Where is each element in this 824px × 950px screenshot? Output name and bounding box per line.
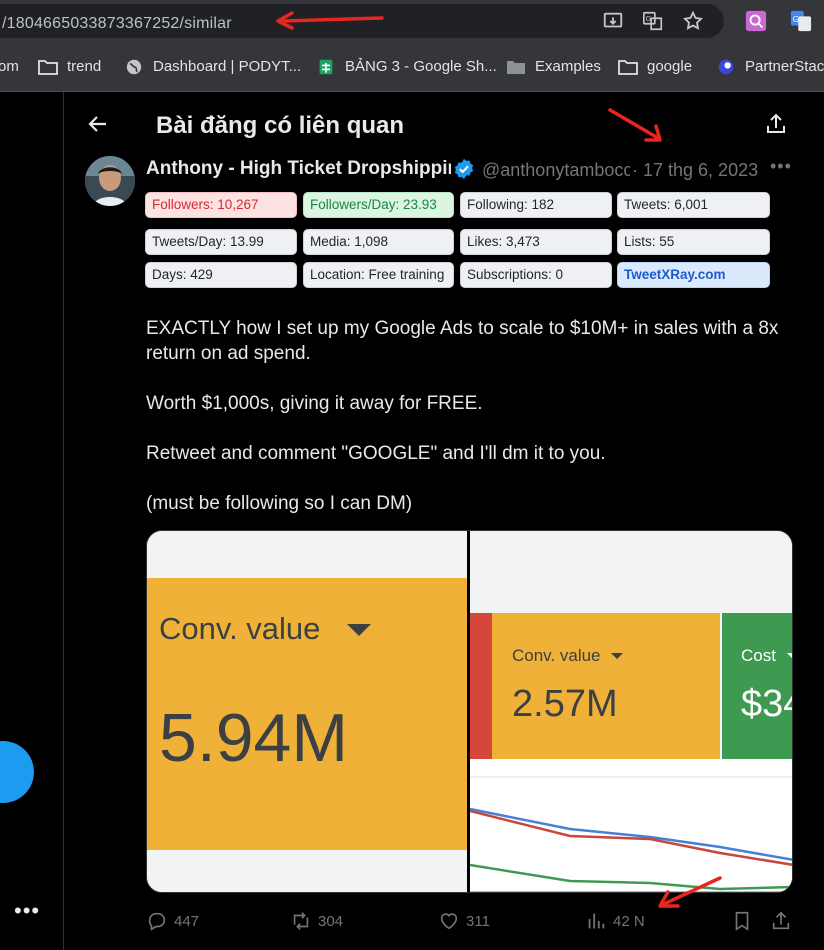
separator-dot: · xyxy=(632,160,638,180)
tweet-paragraph: EXACTLY how I set up my Google Ads to sc… xyxy=(146,318,779,364)
reply-button[interactable]: 447 xyxy=(146,910,199,932)
annotation-arrow xyxy=(608,108,662,142)
stat-followers: Followers: 10,267 xyxy=(145,192,297,218)
folder-icon xyxy=(507,60,525,74)
author-handle[interactable]: @anthonytambocc xyxy=(482,160,630,181)
views-count: 42 N xyxy=(613,912,645,930)
stat-location: Location: Free training xyxy=(303,262,454,288)
bookmark-om[interactable]: om xyxy=(0,58,19,75)
conv-value-label: Conv. value xyxy=(159,611,321,646)
back-arrow-icon[interactable] xyxy=(86,112,110,136)
stat-lists: Lists: 55 xyxy=(617,229,770,255)
dropdown-caret-icon xyxy=(787,653,792,659)
folder-icon xyxy=(618,59,638,75)
dropdown-caret-icon xyxy=(611,653,623,659)
reply-icon xyxy=(148,912,166,931)
repost-count: 304 xyxy=(318,912,344,930)
bookmark-partnerstack[interactable]: PartnerStack xyxy=(716,58,824,75)
tweet-paragraph: Worth $1,000s, giving it away for FREE. xyxy=(146,393,483,414)
stat-tweets: Tweets: 6,001 xyxy=(617,192,770,218)
more-menu-icon[interactable]: ••• xyxy=(14,898,40,924)
stat-tweets-per-day: Tweets/Day: 13.99 xyxy=(145,229,297,255)
bookmark-button[interactable] xyxy=(731,910,753,932)
bookmark-google[interactable]: google xyxy=(618,58,692,75)
bookmark-trend[interactable]: trend xyxy=(38,58,101,75)
svg-text:G: G xyxy=(646,14,652,23)
share-icon xyxy=(772,911,790,930)
stat-subscriptions: Subscriptions: 0 xyxy=(460,262,612,288)
views-chart-icon xyxy=(588,913,605,929)
media-image-right[interactable]: Conv. value 2.57M Cost $34 xyxy=(470,531,792,892)
partnerstack-icon xyxy=(718,59,734,74)
bookmarks-bar: om trend Dashboard | PODYT... BẢNG 3 - G… xyxy=(0,42,824,92)
post-more-icon[interactable]: ••• xyxy=(770,156,792,177)
bookmark-icon xyxy=(735,911,749,931)
metric-card-red xyxy=(470,613,492,759)
cost-amount: $34 xyxy=(741,683,792,725)
stat-likes: Likes: 3,473 xyxy=(460,229,612,255)
repost-button[interactable]: 304 xyxy=(290,910,343,932)
bookmark-star-icon[interactable] xyxy=(682,10,704,32)
tweet-paragraph: Retweet and comment "GOOGLE" and I'll dm… xyxy=(146,443,606,464)
cost-label: Cost xyxy=(741,646,776,665)
reply-count: 447 xyxy=(174,912,200,930)
tweetxray-link[interactable]: TweetXRay.com xyxy=(617,262,770,288)
bookmark-dashboard[interactable]: Dashboard | PODYT... xyxy=(124,58,301,75)
trend-lines xyxy=(470,776,792,892)
tweet-text: EXACTLY how I set up my Google Ads to sc… xyxy=(146,316,786,541)
folder-icon xyxy=(38,59,58,75)
url-text[interactable]: /1804665033873367252/similar xyxy=(2,15,232,33)
annotation-arrow xyxy=(276,11,384,30)
share-post-button[interactable] xyxy=(770,910,792,932)
tweet-media[interactable]: Conv. value 5.94M Conv. value 2.57M Cost… xyxy=(146,530,793,893)
stat-media: Media: 1,098 xyxy=(303,229,454,255)
browser-toolbar: /1804665033873367252/similar G G xyxy=(0,0,824,42)
share-icon[interactable] xyxy=(764,112,788,136)
install-app-icon[interactable] xyxy=(602,10,624,32)
media-image-left[interactable]: Conv. value 5.94M xyxy=(147,531,467,892)
google-translate-extension-icon[interactable]: G xyxy=(790,10,812,32)
left-nav-column xyxy=(0,92,64,950)
like-button[interactable]: 311 xyxy=(438,910,490,932)
conv-value-amount: 5.94M xyxy=(159,700,348,776)
bookmark-bang3[interactable]: BẢNG 3 - Google Sh... xyxy=(316,58,497,75)
sheets-icon xyxy=(319,59,333,74)
globe-icon xyxy=(126,59,142,74)
post-date[interactable]: 17 thg 6, 2023 xyxy=(643,160,758,181)
extension-search-icon[interactable] xyxy=(745,10,767,32)
svg-text:G: G xyxy=(793,15,799,24)
author-avatar[interactable] xyxy=(85,156,135,206)
page-title: Bài đăng có liên quan xyxy=(156,112,405,139)
tweet-paragraph: (must be following so I can DM) xyxy=(146,493,413,514)
translate-icon[interactable]: G xyxy=(642,10,664,32)
author-name[interactable]: Anthony - High Ticket Dropshipping xyxy=(146,158,451,180)
bookmark-examples[interactable]: Examples xyxy=(506,58,601,75)
stat-days: Days: 429 xyxy=(145,262,297,288)
stat-followers-per-day: Followers/Day: 23.93 xyxy=(303,192,454,218)
annotation-arrow xyxy=(658,876,722,908)
dropdown-caret-icon xyxy=(347,624,371,636)
heart-icon xyxy=(440,913,458,930)
stat-following: Following: 182 xyxy=(460,192,612,218)
views-button[interactable]: 42 N xyxy=(585,910,645,932)
conv-value-amount: 2.57M xyxy=(512,683,618,725)
like-count: 311 xyxy=(466,912,490,930)
repost-icon xyxy=(293,912,309,930)
verified-badge-icon xyxy=(454,158,474,180)
conv-value-label: Conv. value xyxy=(512,646,601,665)
